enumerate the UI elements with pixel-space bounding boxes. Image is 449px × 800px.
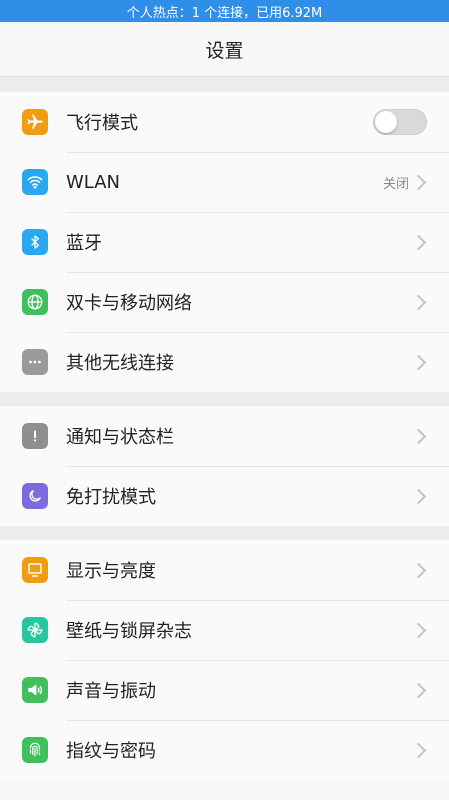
setting-label: 指纹与密码 <box>66 741 156 762</box>
page-header: 设置 <box>0 22 449 77</box>
setting-sound-vibration[interactable]: 声音与振动 <box>0 660 449 720</box>
moon-icon <box>22 483 48 509</box>
setting-other-wireless[interactable]: 其他无线连接 <box>0 332 449 392</box>
status-bar-text: 个人热点：1 个连接，已用6.92M <box>126 5 323 21</box>
page-title: 设置 <box>205 39 244 62</box>
settings-group-personalization: 显示与亮度 壁纸与锁屏杂志 声音与振动 指纹与密码 <box>0 540 449 780</box>
setting-dual-sim-network[interactable]: 双卡与移动网络 <box>0 272 449 332</box>
chevron-right-icon <box>415 745 425 755</box>
chevron-right-icon <box>415 685 425 695</box>
wlan-status-value: 关闭 <box>382 176 409 192</box>
setting-label: 蓝牙 <box>66 233 102 254</box>
settings-group-connectivity: 飞行模式 WLAN 关闭 蓝牙 双卡与移动网络 其他无线连接 <box>0 92 449 392</box>
setting-label: 显示与亮度 <box>66 561 156 582</box>
setting-label: 声音与振动 <box>66 681 156 702</box>
chevron-right-icon <box>415 357 425 367</box>
bluetooth-icon <box>22 229 48 255</box>
setting-label: 免打扰模式 <box>66 487 156 508</box>
setting-label: 通知与状态栏 <box>66 427 174 448</box>
chevron-right-icon <box>415 237 425 247</box>
setting-label: WLAN <box>66 171 121 193</box>
section-divider <box>0 526 449 540</box>
pinwheel-icon <box>22 617 48 643</box>
setting-notifications-statusbar[interactable]: 通知与状态栏 <box>0 406 449 466</box>
status-bar: 个人热点：1 个连接，已用6.92M <box>0 0 449 22</box>
setting-do-not-disturb[interactable]: 免打扰模式 <box>0 466 449 526</box>
setting-airplane-mode[interactable]: 飞行模式 <box>0 92 449 152</box>
setting-label: 其他无线连接 <box>66 353 174 374</box>
chevron-right-icon <box>415 491 425 501</box>
exclamation-icon <box>22 423 48 449</box>
chevron-right-icon <box>415 565 425 575</box>
settings-group-notifications: 通知与状态栏 免打扰模式 <box>0 406 449 526</box>
setting-wlan[interactable]: WLAN 关闭 <box>0 152 449 212</box>
setting-display-brightness[interactable]: 显示与亮度 <box>0 540 449 600</box>
chevron-right-icon <box>415 431 425 441</box>
setting-fingerprint-password[interactable]: 指纹与密码 <box>0 720 449 780</box>
setting-label: 壁纸与锁屏杂志 <box>66 621 192 642</box>
setting-wallpaper-lockscreen[interactable]: 壁纸与锁屏杂志 <box>0 600 449 660</box>
airplane-icon <box>22 109 48 135</box>
wifi-icon <box>22 169 48 195</box>
chevron-right-icon <box>415 297 425 307</box>
setting-label: 双卡与移动网络 <box>66 293 192 314</box>
setting-label: 飞行模式 <box>66 113 138 134</box>
section-divider <box>0 392 449 406</box>
more-dots-icon <box>22 349 48 375</box>
fingerprint-icon <box>22 737 48 763</box>
section-divider <box>0 77 449 92</box>
toggle-knob <box>375 111 397 133</box>
chevron-right-icon <box>415 625 425 635</box>
display-icon <box>22 557 48 583</box>
airplane-mode-toggle[interactable] <box>373 109 427 135</box>
speaker-icon <box>22 677 48 703</box>
setting-bluetooth[interactable]: 蓝牙 <box>0 212 449 272</box>
chevron-right-icon <box>415 177 425 187</box>
globe-icon <box>22 289 48 315</box>
